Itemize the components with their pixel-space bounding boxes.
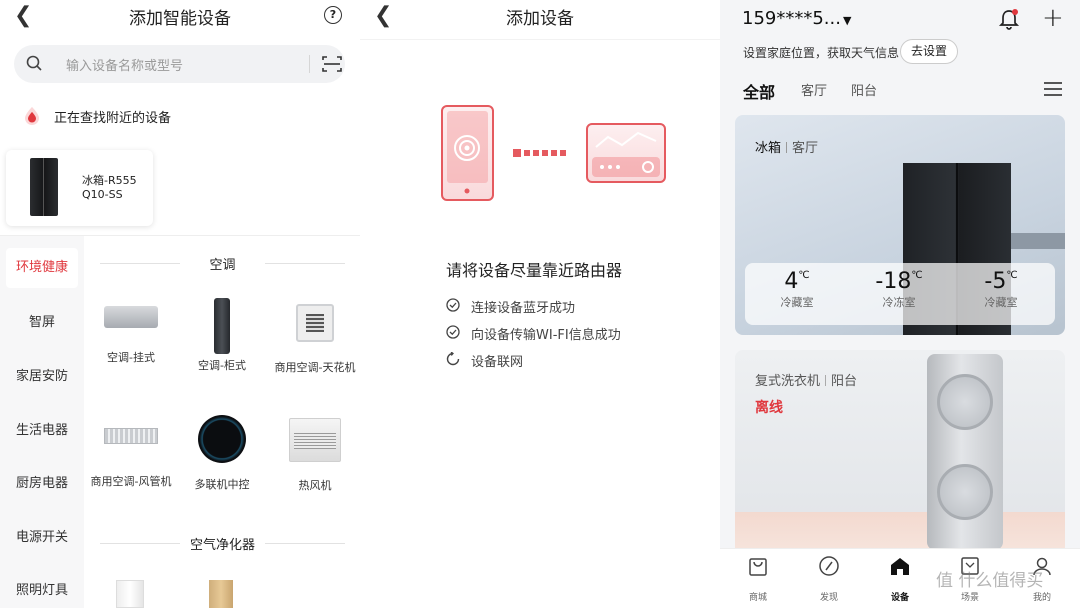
location-prompt: 设置家庭位置，获取天气信息	[743, 46, 900, 60]
vrf-controller-image	[198, 415, 246, 463]
search-placeholder: 输入设备名称或型号	[66, 59, 184, 74]
category-sidebar: 环境健康 智屏 家居安防 生活电器 厨房电器 电源开关 照明灯具	[0, 236, 84, 608]
fridge-image	[30, 158, 58, 216]
instruction-text: 请将设备尽量靠近路由器	[446, 261, 623, 280]
step-text: 设备联网	[471, 355, 524, 370]
temp-cell: 4℃ 冷藏室	[780, 269, 814, 309]
add-icon[interactable]: +	[1042, 4, 1064, 32]
device-tile-label: 空调-柜式	[198, 359, 246, 372]
tower-ac-image	[214, 298, 230, 354]
account-switcher[interactable]: 159****5... ▼	[742, 8, 851, 29]
search-divider	[309, 55, 310, 73]
search-icon	[26, 55, 42, 71]
device-tile-label: 空调-挂式	[107, 351, 155, 364]
category-item[interactable]: 电源开关	[0, 518, 84, 558]
bell-icon[interactable]	[998, 8, 1020, 30]
tab-devices[interactable]: 设备	[870, 555, 930, 603]
step-text: 连接设备蓝牙成功	[471, 301, 576, 316]
section-title-purifier: 空气净化器	[100, 534, 345, 553]
check-circle-icon	[446, 298, 460, 312]
ceiling-ac-image	[296, 304, 334, 342]
header: ❮ 添加设备	[360, 0, 720, 40]
heater-image	[289, 418, 341, 462]
device-tile[interactable]: 商用空调-风管机	[86, 428, 176, 489]
device-title: 冰箱 客厅	[755, 141, 819, 156]
duct-ac-image	[104, 428, 158, 444]
status-badge: 离线	[755, 400, 783, 416]
temperature-panel: 4℃ 冷藏室 -18℃ 冷冻室 -5℃ 冷藏室	[745, 263, 1055, 325]
tab-discover[interactable]: 发现	[799, 555, 859, 603]
room-tab-all[interactable]: 全部	[743, 79, 775, 103]
wall-ac-image	[104, 306, 158, 328]
washer-image	[927, 354, 1003, 550]
device-tile[interactable]: 热风机	[270, 418, 360, 493]
wifi-signal-icon	[447, 111, 488, 194]
phone-illustration	[441, 105, 494, 201]
fridge-device-card[interactable]: 冰箱 客厅 4℃ 冷藏室 -18℃ 冷冻室 -5℃ 冷藏室	[735, 115, 1065, 335]
purifier-image[interactable]	[209, 580, 233, 608]
device-tile-label: 多联机中控	[194, 478, 250, 491]
step-text: 向设备传输WI-FI信息成功	[471, 328, 621, 343]
nearby-text: 正在查找附近的设备	[54, 111, 172, 126]
chevron-down-icon: ▼	[842, 14, 852, 27]
help-icon[interactable]: ?	[324, 6, 342, 24]
washer-drum	[937, 374, 993, 430]
washer-drum	[937, 464, 993, 520]
shop-bag-icon	[749, 558, 767, 576]
category-item[interactable]: 生活电器	[0, 411, 84, 451]
device-tile-label: 商用空调-风管机	[90, 475, 172, 488]
device-tile-label: 商用空调-天花机	[274, 361, 356, 374]
header: ❮ 添加智能设备 ?	[0, 0, 360, 36]
background-shelf	[1011, 233, 1065, 249]
category-item[interactable]: 照明灯具	[0, 571, 84, 608]
home-icon	[891, 558, 909, 575]
device-tile[interactable]: 多联机中控	[177, 415, 267, 492]
list-menu-icon[interactable]	[1044, 82, 1062, 96]
temp-cell: -5℃ 冷藏室	[984, 269, 1018, 309]
search-bar[interactable]: 输入设备名称或型号	[14, 45, 345, 83]
account-name: 159****5...	[742, 8, 841, 29]
check-circle-icon	[446, 325, 460, 339]
device-tile[interactable]: 空调-柜式	[177, 298, 267, 373]
washer-device-card[interactable]: 复式洗衣机 阳台 离线	[735, 350, 1065, 550]
compass-icon	[819, 556, 839, 576]
scan-icon[interactable]	[322, 55, 342, 73]
watermark: 值 什么值得买	[936, 571, 1044, 591]
room-tab-balcony[interactable]: 阳台	[851, 80, 877, 99]
section-title-ac: 空调	[100, 254, 345, 273]
category-item[interactable]: 厨房电器	[0, 464, 84, 504]
scanning-icon	[25, 107, 39, 125]
router-icon	[592, 131, 660, 177]
device-title: 复式洗衣机 阳台	[755, 374, 858, 389]
page-title: 添加智能设备	[129, 9, 231, 29]
device-tile[interactable]: 空调-挂式	[86, 296, 176, 365]
category-item[interactable]: 智屏	[0, 303, 84, 343]
temp-cell: -18℃ 冷冻室	[875, 269, 923, 309]
device-tile-label: 热风机	[298, 479, 332, 492]
category-item[interactable]: 环境健康	[6, 248, 78, 288]
page-title: 添加设备	[506, 9, 574, 29]
connecting-dots	[513, 149, 566, 157]
category-item[interactable]: 家居安防	[0, 357, 84, 397]
tab-shop[interactable]: 商城	[728, 555, 788, 603]
add-smart-device-screen: ❮ 添加智能设备 ? 输入设备名称或型号 正在查找附近的设备 冰箱-R555 Q…	[0, 0, 360, 608]
floor-background	[735, 512, 1065, 550]
set-location-button[interactable]: 去设置	[900, 39, 958, 64]
purifier-image[interactable]	[116, 580, 144, 608]
found-device-card[interactable]: 冰箱-R555 Q10-SS	[6, 150, 153, 226]
device-tile[interactable]: 商用空调-天花机	[270, 304, 360, 375]
loading-spinner-icon	[446, 352, 460, 366]
router-illustration	[586, 123, 666, 183]
room-tab-living[interactable]: 客厅	[801, 80, 827, 99]
found-device-name: 冰箱-R555 Q10-SS	[82, 174, 137, 201]
